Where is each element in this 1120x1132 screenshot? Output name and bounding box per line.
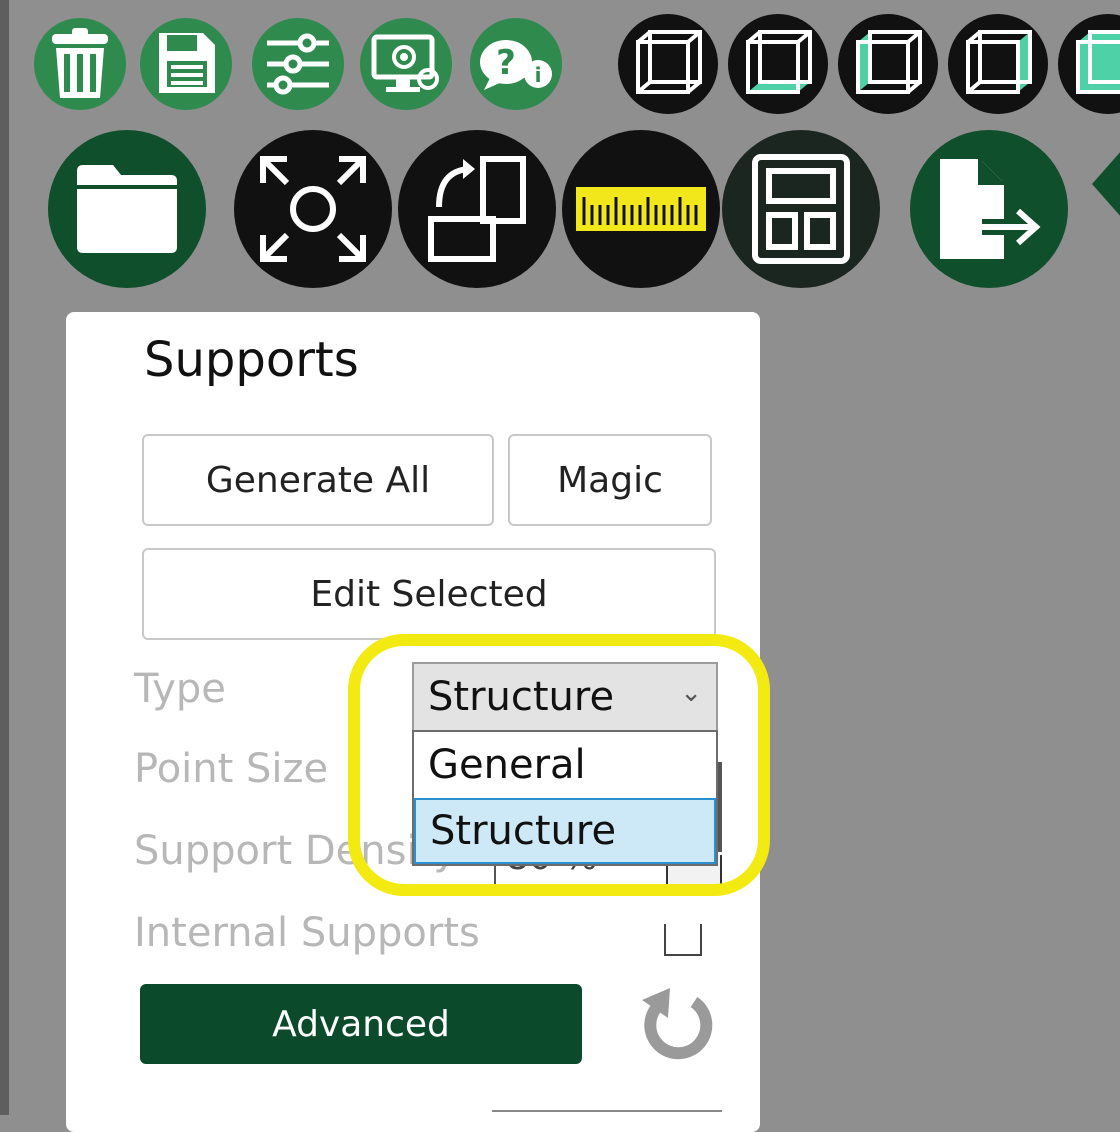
edit-selected-button[interactable]: Edit Selected: [142, 548, 716, 640]
internal-supports-label: Internal Supports: [134, 910, 480, 956]
internal-supports-checkbox[interactable]: [664, 924, 702, 956]
cube-view-top-icon: [1076, 30, 1120, 94]
magic-button[interactable]: Magic: [508, 434, 712, 526]
trash-icon: [52, 28, 108, 98]
view-top-button[interactable]: [1058, 14, 1120, 114]
svg-text:?: ?: [496, 43, 516, 83]
settings-sliders-button[interactable]: [252, 18, 344, 110]
cube-view-front-icon: [636, 30, 702, 94]
help-button[interactable]: ? i: [470, 18, 562, 110]
export-button[interactable]: [910, 130, 1068, 288]
settings-monitor-icon: [371, 34, 439, 92]
open-file-button[interactable]: [48, 130, 206, 288]
folder-icon: [77, 165, 177, 253]
ruler-icon: [576, 187, 706, 231]
sliders-icon: [267, 33, 329, 95]
view-left-button[interactable]: [838, 14, 938, 114]
save-icon: [159, 33, 215, 93]
layout-icon: [752, 154, 850, 264]
cube-view-left-icon: [856, 30, 922, 94]
supports-panel: Supports Generate All Magic Edit Selecte…: [66, 312, 770, 1132]
left-edge-strip: [0, 0, 9, 1115]
help-info-icon: ? i: [480, 40, 552, 90]
measure-button[interactable]: [562, 130, 720, 288]
type-label: Type: [134, 666, 226, 712]
cube-view-right-icon: [966, 30, 1032, 94]
svg-text:i: i: [535, 63, 542, 87]
cube-view-bottom-icon: [746, 30, 812, 94]
fit-view-button[interactable]: [234, 130, 392, 288]
highlight-annotation: [348, 634, 770, 896]
panel-title: Supports: [144, 332, 359, 388]
collapse-arrow-icon[interactable]: [1092, 150, 1120, 218]
printer-settings-button[interactable]: [360, 18, 452, 110]
bottom-field-edge: [492, 1110, 722, 1132]
view-bottom-button[interactable]: [728, 14, 828, 114]
layout-button[interactable]: [722, 130, 880, 288]
generate-all-button[interactable]: Generate All: [142, 434, 494, 526]
export-icon: [940, 159, 1041, 259]
advanced-button[interactable]: Advanced: [140, 984, 582, 1064]
save-button[interactable]: [140, 18, 232, 110]
view-right-button[interactable]: [948, 14, 1048, 114]
delete-button[interactable]: [34, 18, 126, 110]
transform-button[interactable]: [398, 130, 556, 288]
transform-icon: [428, 156, 526, 262]
reset-icon[interactable]: [636, 984, 716, 1064]
fit-view-icon: [260, 156, 366, 262]
view-front-button[interactable]: [618, 14, 718, 114]
point-size-label: Point Size: [134, 746, 329, 792]
